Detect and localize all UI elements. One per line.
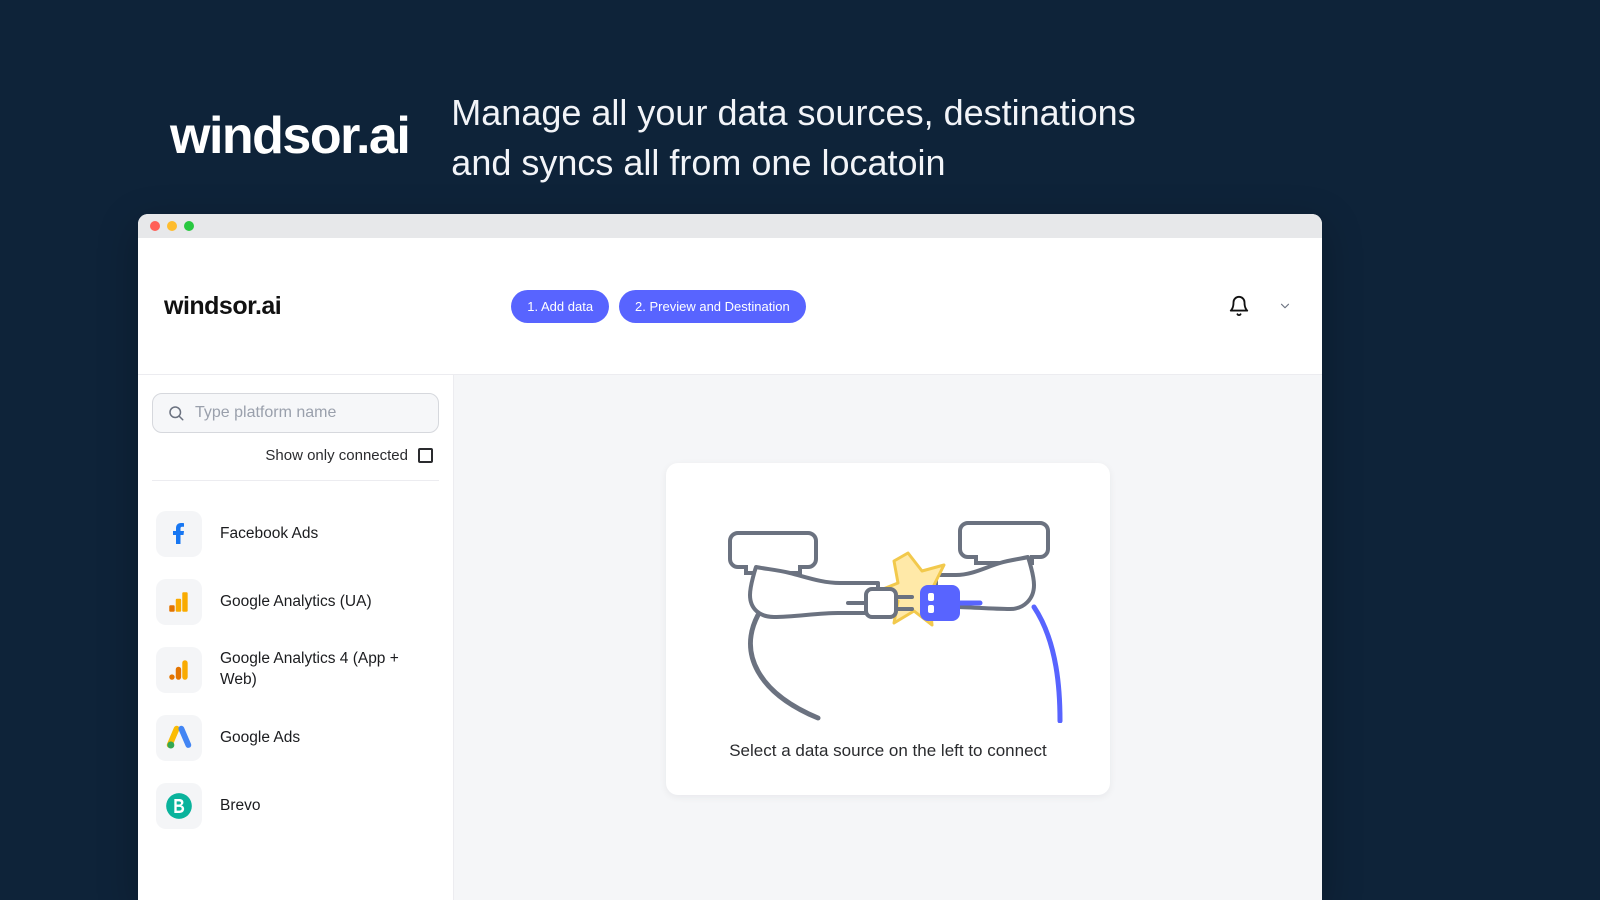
facebook-icon (156, 511, 202, 557)
platform-item-brevo[interactable]: Brevo (156, 783, 435, 829)
topbar: windsor.ai 1. Add data 2. Preview and De… (138, 238, 1322, 375)
platform-label: Google Analytics (UA) (220, 592, 372, 613)
platform-item-google-analytics-ua[interactable]: Google Analytics (UA) (156, 579, 435, 625)
google-analytics-ua-icon (156, 579, 202, 625)
empty-state-card: Select a data source on the left to conn… (666, 463, 1110, 795)
platform-label: Google Ads (220, 728, 300, 749)
window-chrome (138, 214, 1322, 238)
platform-label: Brevo (220, 796, 261, 817)
app-logo: windsor.ai (164, 292, 281, 321)
google-analytics-4-icon (156, 647, 202, 693)
window-maximize-icon[interactable] (184, 221, 194, 231)
filter-connected-checkbox[interactable] (418, 448, 433, 463)
window-minimize-icon[interactable] (167, 221, 177, 231)
platform-label: Google Analytics 4 (App + Web) (220, 649, 410, 691)
connect-illustration-icon (698, 493, 1078, 723)
search-input-wrap[interactable] (152, 393, 439, 433)
hero-logo: windsor.ai (170, 88, 409, 162)
platform-label: Facebook Ads (220, 524, 318, 545)
filter-connected-label: Show only connected (265, 447, 408, 464)
search-input[interactable] (195, 404, 424, 422)
account-menu-toggle[interactable] (1278, 299, 1296, 313)
platform-item-facebook-ads[interactable]: Facebook Ads (156, 511, 435, 557)
step-preview-destination[interactable]: 2. Preview and Destination (619, 290, 806, 323)
step-add-data[interactable]: 1. Add data (511, 290, 609, 323)
empty-state-text: Select a data source on the left to conn… (690, 741, 1086, 761)
window-close-icon[interactable] (150, 221, 160, 231)
search-icon (167, 404, 185, 422)
browser-window: windsor.ai 1. Add data 2. Preview and De… (138, 214, 1322, 900)
platform-item-google-ads[interactable]: Google Ads (156, 715, 435, 761)
platform-item-google-analytics-4[interactable]: Google Analytics 4 (App + Web) (156, 647, 435, 693)
sidebar: Show only connected Facebook Ads Google … (138, 375, 454, 900)
notifications-icon[interactable] (1228, 295, 1250, 317)
hero-tagline: Manage all your data sources, destinatio… (451, 88, 1171, 189)
main-content: Select a data source on the left to conn… (454, 375, 1322, 900)
google-ads-icon (156, 715, 202, 761)
brevo-icon (156, 783, 202, 829)
